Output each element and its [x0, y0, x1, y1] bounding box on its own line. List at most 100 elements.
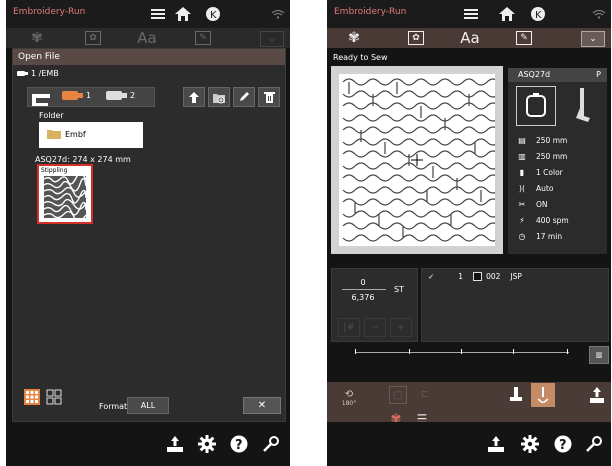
- folder-label: Folder: [39, 111, 64, 120]
- edit-design-icon[interactable]: ✎: [186, 29, 220, 47]
- flower-design-icon[interactable]: ✾: [337, 29, 371, 47]
- grid-small-icon: [46, 389, 62, 405]
- folder-icon: [47, 130, 61, 139]
- close-dialog-button[interactable]: ✕: [243, 397, 281, 414]
- delete-button[interactable]: [258, 87, 280, 107]
- usb-slot-1[interactable]: 1: [62, 91, 91, 100]
- format-selector[interactable]: ALL: [127, 397, 169, 414]
- usb-drive-icon: [17, 71, 28, 76]
- dialog-title: Open File: [13, 49, 285, 65]
- send-to-machine-icon: [590, 387, 604, 403]
- design-thumbnail[interactable]: Stippling: [37, 164, 93, 224]
- color-list: ✓ 1 002 JSP: [421, 268, 609, 342]
- slider-tick: [513, 349, 514, 354]
- clock-icon: ◷: [518, 232, 526, 241]
- stipple-design-icon: [342, 78, 500, 242]
- tool-bar: ✾ ✿ Aa ✎ ⌄: [327, 28, 611, 48]
- usb-stick-icon: [106, 91, 127, 100]
- arrow-up-icon: [189, 91, 199, 103]
- color-index: 1: [458, 272, 464, 281]
- height-icon: ▥: [518, 152, 526, 161]
- folder-up-button[interactable]: [183, 87, 205, 107]
- path-text: 1 /EMB: [31, 69, 59, 78]
- edit-design-icon[interactable]: ✎: [507, 29, 541, 47]
- new-folder-button[interactable]: [208, 87, 230, 107]
- color-list-item[interactable]: ✓ 1 002 JSP: [428, 272, 522, 281]
- help-icon[interactable]: ?: [228, 433, 250, 455]
- design-name: ASQ27d: [518, 70, 551, 79]
- text-tool-icon[interactable]: Aa: [453, 29, 487, 47]
- text-tool-icon[interactable]: Aa: [130, 29, 164, 47]
- presser-foot-icon: [572, 88, 592, 128]
- speed-row: ⚡ 400 spm: [516, 216, 569, 225]
- time-row: ◷ 17 min: [516, 232, 563, 241]
- design-preview[interactable]: [331, 66, 503, 254]
- rotate-button[interactable]: ⟲ 180°: [335, 386, 363, 410]
- machine-icon[interactable]: [32, 91, 50, 110]
- minus-button[interactable]: −: [364, 318, 386, 337]
- color-brand: JSP: [510, 272, 522, 281]
- check-icon: ✓: [428, 272, 435, 281]
- design-info-panel: ASQ27d P ▤ 250 mm ▥ 250 mm ▮ 1 Color )( …: [508, 68, 607, 254]
- design-tag: P: [596, 70, 601, 79]
- bottom-bar: ?: [327, 422, 611, 466]
- embroidery-tool-icon[interactable]: ✿: [76, 29, 110, 47]
- settings-gear-icon[interactable]: [519, 433, 541, 455]
- trash-icon: [263, 92, 275, 103]
- flower-design-icon[interactable]: ✾: [20, 29, 54, 47]
- help-icon[interactable]: ?: [552, 433, 574, 455]
- brand-logo-icon[interactable]: K: [528, 4, 548, 24]
- basting-button[interactable]: ⊏: [417, 386, 433, 402]
- open-file-dialog: Open File 1 /EMB 1 2 Folder Embf ASQ27d:…: [12, 48, 286, 422]
- color-swatch: [473, 272, 483, 281]
- total-stitches: 6,376: [351, 293, 375, 302]
- needle-icon: [537, 387, 549, 403]
- menu-icon[interactable]: [461, 4, 481, 24]
- device-selector: 1 2: [27, 87, 155, 107]
- bottom-bar: ?: [6, 422, 290, 466]
- embroidery-tool-icon[interactable]: ✿: [399, 29, 433, 47]
- slider-tick: [461, 349, 462, 354]
- tension-row: )( Auto: [516, 184, 554, 193]
- presser-foot-up-button[interactable]: [507, 384, 525, 406]
- dropdown-button[interactable]: ⌄: [260, 31, 284, 47]
- send-to-machine-icon[interactable]: [164, 433, 186, 455]
- dropdown-button[interactable]: ⌄: [581, 31, 605, 47]
- width-row: ▤ 250 mm: [516, 136, 567, 145]
- send-to-machine-icon[interactable]: [485, 433, 507, 455]
- usb-slot-2[interactable]: 2: [106, 91, 135, 100]
- wrench-icon[interactable]: [260, 433, 282, 455]
- scissors-icon: ✂: [518, 200, 526, 209]
- folder-add-icon: [213, 93, 225, 103]
- slider-tick: [355, 349, 356, 354]
- settings-gear-icon[interactable]: [196, 433, 218, 455]
- rename-button[interactable]: [233, 87, 255, 107]
- svg-text:K: K: [210, 10, 217, 21]
- stitch-slider[interactable]: [355, 352, 569, 353]
- needle-down-button[interactable]: [531, 383, 555, 407]
- top-bar: Embroidery-Run K: [327, 0, 611, 28]
- slider-tick: [409, 349, 410, 354]
- ready-to-sew-screen: Embroidery-Run K ✾ ✿ Aa ✎ ⌄ Ready to Sew: [327, 0, 611, 466]
- wifi-icon: [268, 4, 288, 24]
- menu-icon[interactable]: [148, 4, 168, 24]
- grid-view-small-button[interactable]: [45, 389, 63, 405]
- trace-button[interactable]: ▢: [389, 386, 407, 404]
- grid-large-icon: [24, 389, 40, 405]
- home-icon[interactable]: [497, 4, 517, 24]
- hoop-icon: [526, 93, 546, 117]
- speed-icon: ⚡: [519, 216, 525, 225]
- color-code: 002: [486, 272, 501, 281]
- brand-logo-icon[interactable]: K: [203, 4, 223, 24]
- wrench-icon[interactable]: [583, 433, 605, 455]
- open-file-screen: Embroidery-Run K ✾ ✿ Aa ✎ ⌄ Open File 1 …: [6, 0, 290, 466]
- plus-button[interactable]: +: [390, 318, 412, 337]
- format-label: Format: [99, 402, 128, 411]
- hoop-button[interactable]: [516, 86, 556, 126]
- folder-item[interactable]: Embf: [47, 129, 86, 139]
- home-icon[interactable]: [173, 4, 193, 24]
- goto-stitch-button[interactable]: |#: [338, 318, 360, 337]
- color-sequence-button[interactable]: ▥: [589, 346, 609, 364]
- export-button[interactable]: [587, 384, 607, 406]
- grid-view-large-button[interactable]: [23, 389, 41, 405]
